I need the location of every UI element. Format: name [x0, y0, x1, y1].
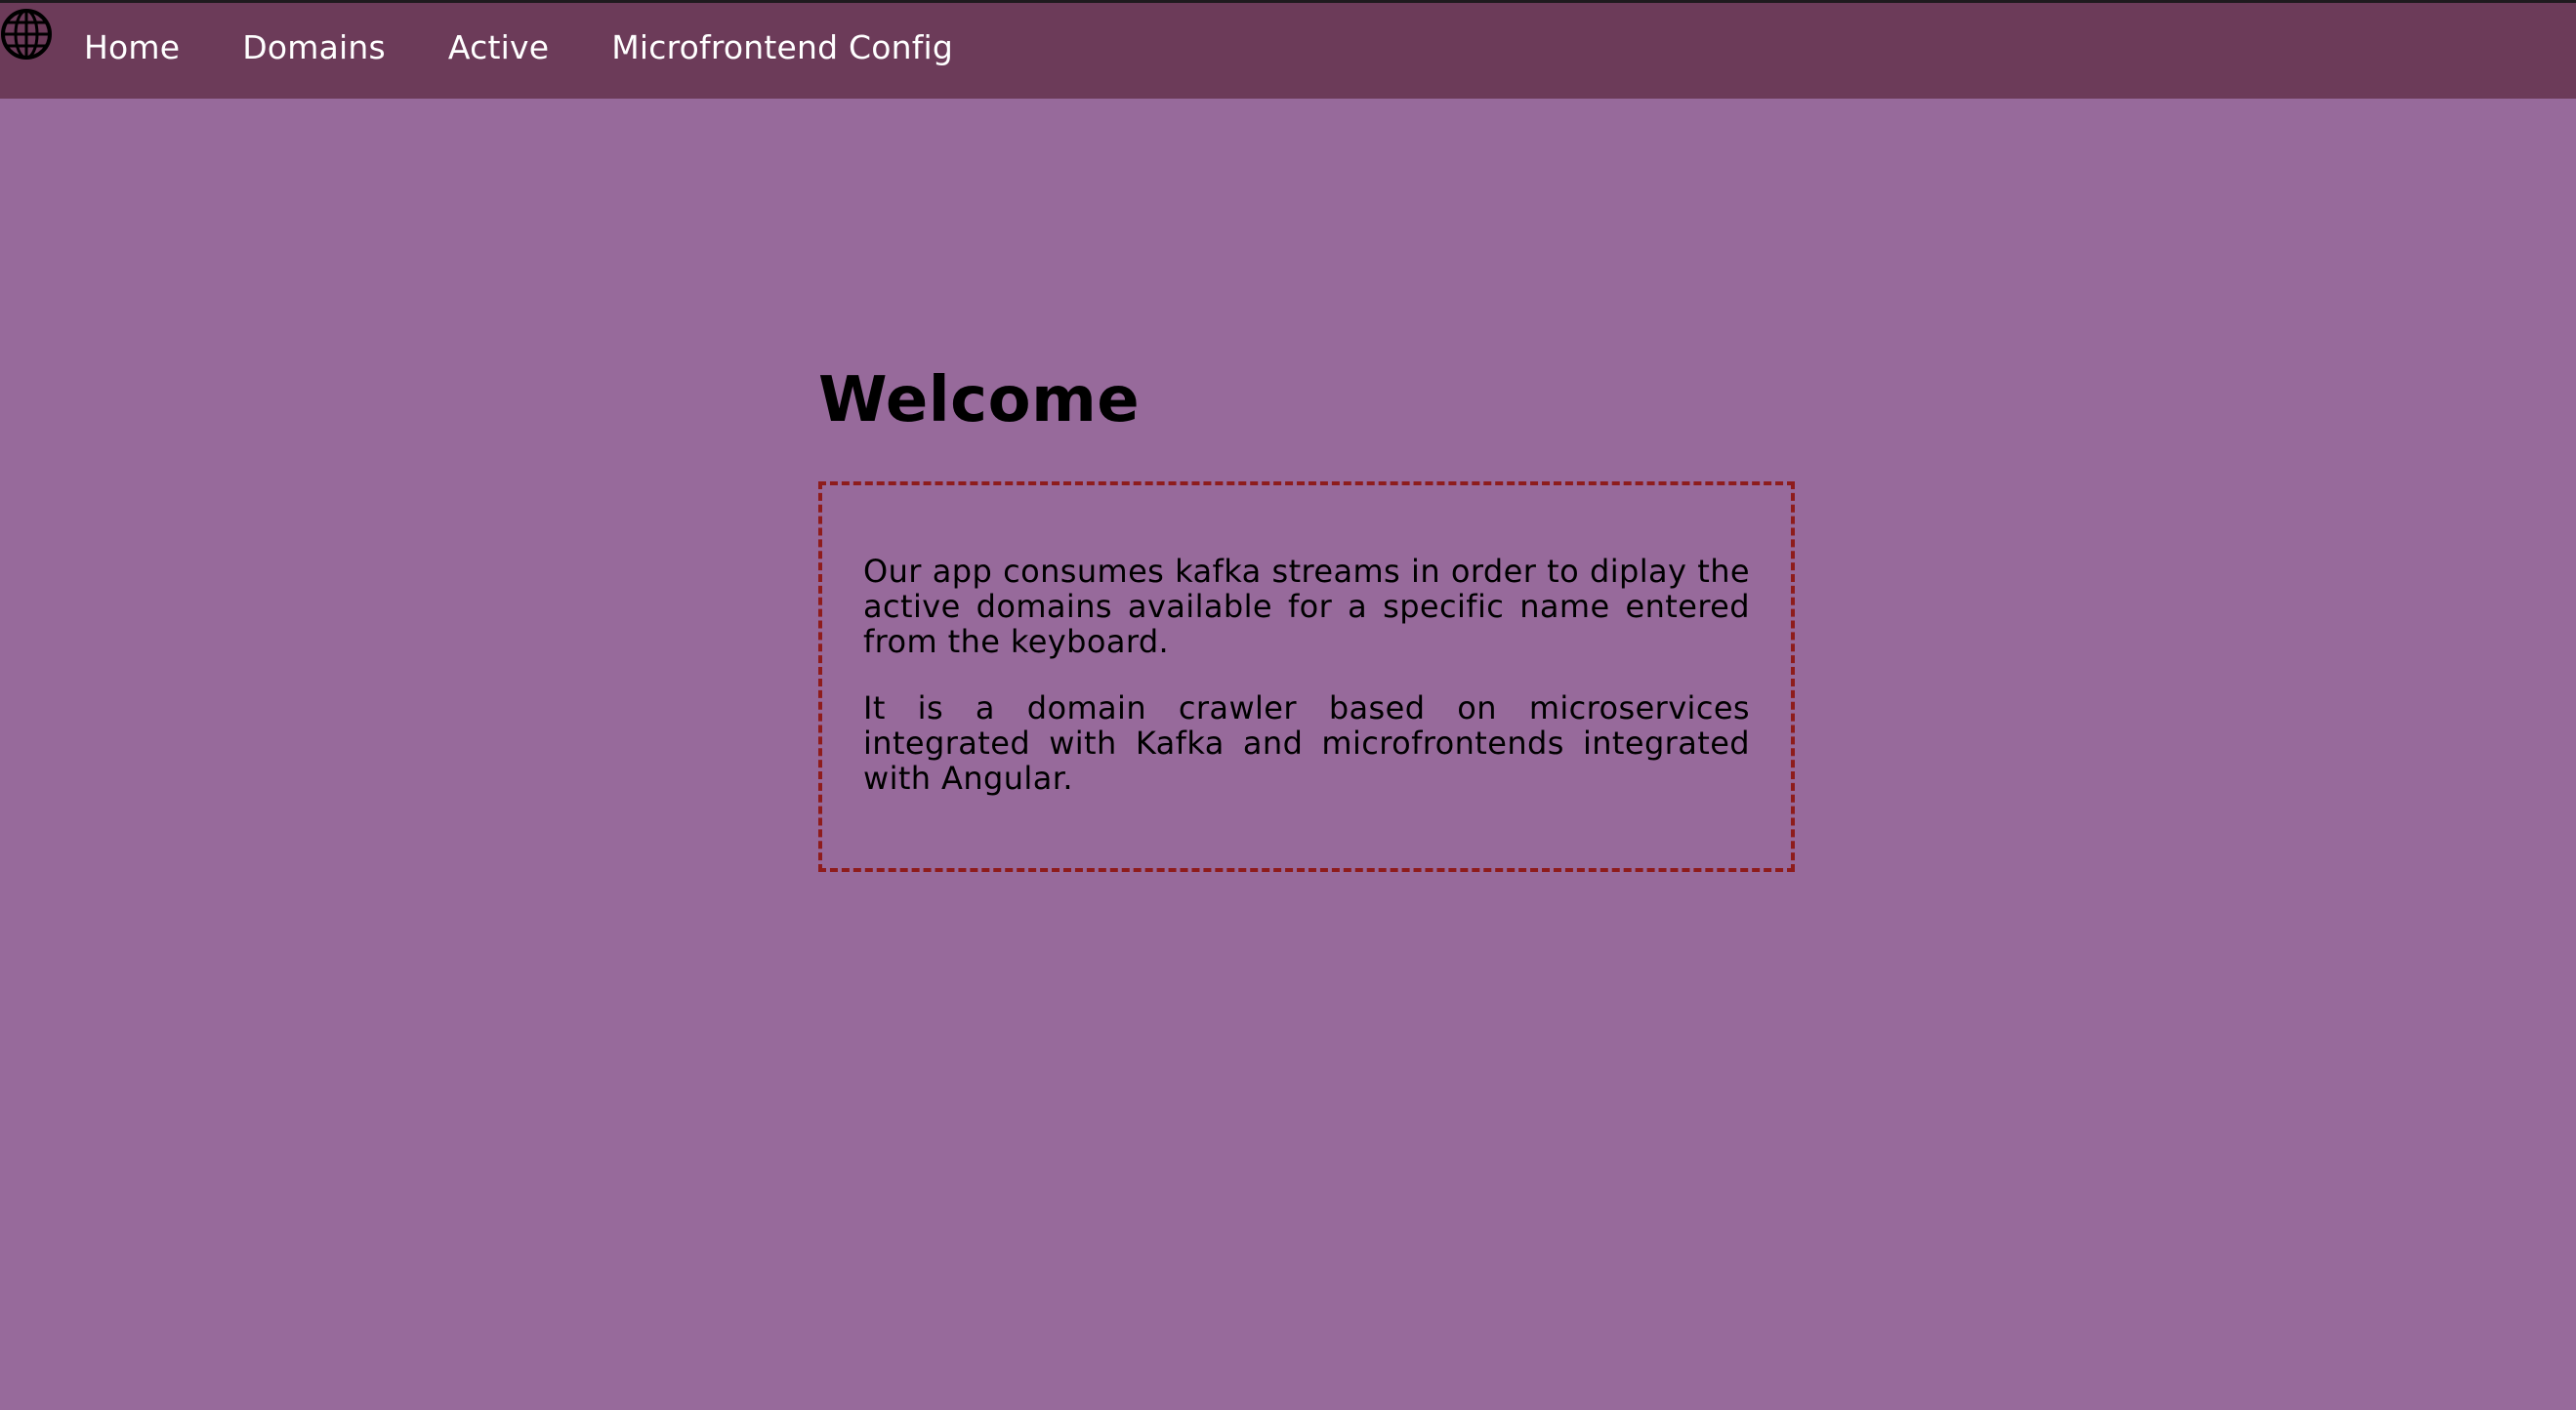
globe-icon[interactable] — [0, 3, 53, 65]
main-nav: Home Domains Active Microfrontend Config — [84, 24, 1016, 71]
main-content: Welcome Our app consumes kafka streams i… — [818, 352, 1795, 872]
welcome-description-box: Our app consumes kafka streams in order … — [818, 481, 1795, 872]
nav-domains-link[interactable]: Domains — [242, 24, 386, 71]
page-title: Welcome — [818, 364, 1141, 436]
description-paragraph-1: Our app consumes kafka streams in order … — [863, 553, 1750, 660]
nav-active-link[interactable]: Active — [448, 24, 549, 71]
nav-home-link[interactable]: Home — [84, 24, 180, 71]
description-paragraph-2: It is a domain crawler based on microser… — [863, 689, 1750, 797]
globe-icon-svg — [1, 9, 52, 60]
nav-microfrontend-config-link[interactable]: Microfrontend Config — [611, 24, 953, 71]
top-navbar: Home Domains Active Microfrontend Config — [0, 0, 2576, 99]
